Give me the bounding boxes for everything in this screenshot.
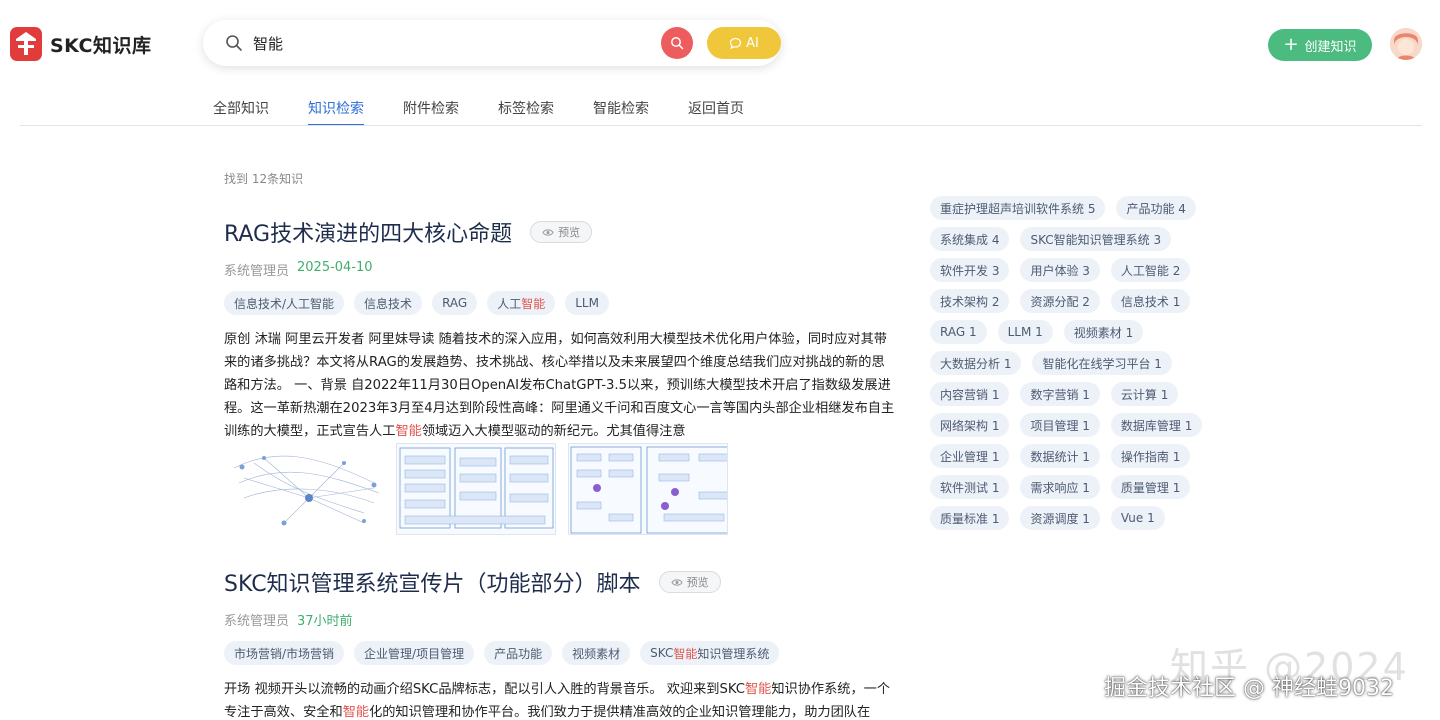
tag-cloud-item[interactable]: 操作指南 1 [1110, 444, 1191, 468]
tag-cloud-item[interactable]: 智能化在线学习平台 1 [1032, 351, 1172, 375]
search-button-icon [671, 37, 684, 50]
logo-icon [10, 27, 42, 61]
network-graph-image[interactable] [224, 443, 384, 535]
tag-cloud-item[interactable]: 质量管理 1 [1110, 475, 1191, 499]
create-knowledge-label: 创建知识 [1304, 39, 1357, 55]
eye-icon [542, 228, 554, 236]
article-tag[interactable]: RAG [432, 291, 478, 315]
tag-cloud-item[interactable]: Vue 1 [1110, 506, 1165, 530]
chat-bubble-icon [730, 37, 742, 49]
tag-cloud: 重症护理超声培训软件系统 5 产品功能 4 系统集成 4 SKC智能知识管理系统 3 软… [930, 196, 1230, 530]
search-tabs: 全部知识 知识检索 附件检索 标签检索 智能检索 返回首页 [213, 98, 783, 126]
article-tag[interactable]: LLM [565, 291, 609, 315]
tag-cloud-item[interactable]: 云计算 1 [1110, 382, 1179, 406]
article-tag[interactable]: 信息技术 [354, 291, 423, 315]
eye-icon [670, 578, 683, 586]
article-tag[interactable]: 产品功能 [484, 641, 553, 665]
tag-cloud-item[interactable]: 技术架构 2 [930, 289, 1010, 313]
article-tag[interactable]: 视频素材 [562, 641, 631, 665]
tag-cloud-item[interactable]: 视频素材 1 [1063, 320, 1144, 344]
tab-smart-search[interactable]: 智能检索 [593, 98, 649, 126]
tag-cloud-item[interactable]: 信息技术 1 [1110, 289, 1191, 313]
preview-button[interactable]: 预览 [530, 221, 593, 243]
search-bar: AI [203, 20, 781, 66]
article-date: 2025-04-10 [297, 260, 373, 275]
preview-button[interactable]: 预览 [658, 571, 721, 593]
app-name: SKC知识库 [50, 34, 152, 57]
tag-cloud-item[interactable]: 资源调度 1 [1020, 506, 1100, 530]
tag-cloud-item[interactable]: 数据库管理 1 [1110, 413, 1203, 437]
article-tag[interactable]: 信息技术/人工智能 [224, 291, 345, 315]
search-input[interactable] [253, 31, 643, 55]
tab-all-knowledge[interactable]: 全部知识 [213, 98, 269, 126]
ai-search-button[interactable]: AI [707, 27, 781, 59]
tag-cloud-item[interactable]: 资源分配 2 [1020, 289, 1100, 313]
watermark-text: 掘金技术社区 @ 神经蛙9032 [1104, 676, 1394, 701]
tag-cloud-item[interactable]: 系统集成 4 [930, 227, 1010, 251]
tag-cloud-item[interactable]: 人工智能 2 [1110, 258, 1191, 282]
create-knowledge-button[interactable]: + 创建知识 [1268, 29, 1372, 61]
tag-cloud-item[interactable]: 质量标准 1 [930, 506, 1010, 530]
tag-cloud-item[interactable]: 项目管理 1 [1020, 413, 1100, 437]
ai-label: AI [746, 35, 759, 51]
avatar[interactable] [1390, 28, 1422, 60]
tag-cloud-item[interactable]: 企业管理 1 [930, 444, 1010, 468]
tag-cloud-item[interactable]: 重症护理超声培训软件系统 5 [930, 196, 1106, 220]
tag-cloud-item[interactable]: 用户体验 3 [1020, 258, 1100, 282]
article-summary: 原创 沐瑞 阿里云开发者 阿里妹导读 随着技术的深入应用，如何高效利用大模型技术… [224, 332, 895, 439]
tag-cloud-item[interactable]: 大数据分析 1 [930, 351, 1022, 375]
tag-cloud-item[interactable]: LLM 1 [997, 320, 1053, 344]
preview-label: 预览 [686, 576, 709, 589]
workflow-diagram-image[interactable] [568, 443, 728, 535]
article-card: SKC知识管理系统宣传片（功能部分）脚本 预览 系统管理员 37小时前 市场营销… [224, 566, 904, 720]
user-avatar-icon [1390, 28, 1422, 60]
article-title[interactable]: RAG技术演进的四大核心命题 [224, 216, 512, 248]
plus-icon: + [1283, 34, 1299, 55]
tab-back-home[interactable]: 返回首页 [688, 98, 744, 126]
tag-cloud-item[interactable]: 网络架构 1 [930, 413, 1010, 437]
article-card: RAG技术演进的四大核心命题 预览 系统管理员 2025-04-10 信息技术/… [224, 216, 904, 535]
article-tag[interactable]: SKC 智能 知识管理系统 [640, 641, 780, 665]
article-author: 系统管理员 [224, 264, 290, 279]
tag-cloud-item[interactable]: 内容营销 1 [930, 382, 1010, 406]
app-logo[interactable]: SKC知识库 [10, 27, 152, 61]
article-date: 37小时前 [297, 614, 353, 629]
tag-cloud-item[interactable]: 数据统计 1 [1020, 444, 1100, 468]
search-icon [226, 35, 242, 51]
article-title[interactable]: SKC知识管理系统宣传片（功能部分）脚本 [224, 566, 641, 598]
architecture-diagram-image[interactable] [396, 443, 556, 535]
search-button[interactable] [661, 27, 693, 59]
article-summary: 开场 视频开头以流畅的动画介绍SKC品牌标志，配以引人入胜的背景音乐。 欢迎来到… [224, 682, 891, 720]
article-tag[interactable]: 人工 智能 [487, 291, 556, 315]
tag-cloud-item[interactable]: SKC智能知识管理系统 3 [1020, 227, 1172, 251]
tab-attachment-search[interactable]: 附件检索 [403, 98, 459, 126]
article-tag[interactable]: 企业管理/项目管理 [354, 641, 475, 665]
tag-cloud-item[interactable]: 软件测试 1 [930, 475, 1010, 499]
tag-cloud-item[interactable]: 需求响应 1 [1020, 475, 1100, 499]
tag-cloud-item[interactable]: 产品功能 4 [1116, 196, 1196, 220]
tabs-divider [20, 125, 1422, 126]
article-tag[interactable]: 市场营销/市场营销 [224, 641, 345, 665]
tag-cloud-item[interactable]: RAG 1 [930, 320, 987, 344]
tab-knowledge-search[interactable]: 知识检索 [308, 98, 364, 126]
tab-tag-search[interactable]: 标签检索 [498, 98, 554, 126]
article-tags: 信息技术/人工智能 信息技术 RAG 人工 智能 LLM [224, 291, 904, 315]
preview-label: 预览 [558, 226, 581, 239]
tag-cloud-item[interactable]: 数字营销 1 [1020, 382, 1100, 406]
article-author: 系统管理员 [224, 614, 290, 629]
result-count: 找到 12条知识 [224, 172, 304, 186]
article-tags: 市场营销/市场营销 企业管理/项目管理 产品功能 视频素材 SKC 智能 知识管理系… [224, 641, 904, 665]
tag-cloud-item[interactable]: 软件开发 3 [930, 258, 1010, 282]
article-images [224, 443, 904, 535]
